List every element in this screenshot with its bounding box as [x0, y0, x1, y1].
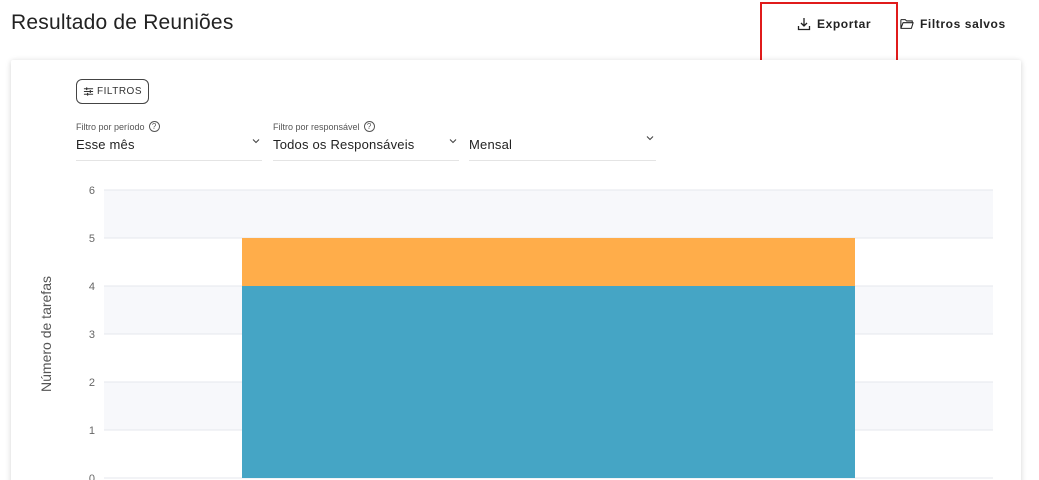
- y-axis-label: Número de tarefas: [38, 276, 54, 392]
- help-icon[interactable]: ?: [363, 121, 375, 132]
- responsible-select-label: Filtro por responsável: [273, 121, 360, 132]
- chevron-down-icon: [252, 139, 260, 144]
- frequency-select-value: Mensal: [469, 137, 513, 152]
- y-tick-label: 6: [89, 185, 95, 197]
- chevron-down-icon: [646, 136, 654, 141]
- y-tick-label: 1: [89, 425, 95, 437]
- grid-band: [104, 190, 993, 238]
- y-tick-label: 0: [89, 473, 95, 480]
- responsible-select-value: Todos os Responsáveis: [273, 137, 415, 152]
- saved-filters-label: Filtros salvos: [920, 17, 1006, 31]
- folder-open-icon: [900, 19, 914, 29]
- saved-filters-button[interactable]: Filtros salvos: [900, 17, 1006, 31]
- responsible-select[interactable]: Filtro por responsável ? Todos os Respon…: [273, 119, 459, 161]
- period-select-label: Filtro por período: [76, 121, 145, 132]
- highlight-box: [760, 2, 898, 68]
- filters-label: FILTROS: [97, 86, 142, 97]
- frequency-select[interactable]: Mensal: [469, 119, 656, 161]
- chart-card: 0 1 2 3 4 5 6 Número de tarefas FILTROS Filtro …: [11, 60, 1021, 480]
- chevron-down-icon: [449, 139, 457, 144]
- help-icon[interactable]: ?: [148, 121, 160, 132]
- y-tick-label: 3: [89, 329, 95, 341]
- y-tick-label: 5: [89, 233, 95, 245]
- page-title: Resultado de Reuniões: [11, 11, 234, 34]
- filters-button[interactable]: FILTROS: [76, 79, 149, 104]
- bar-segment: [242, 286, 855, 478]
- sliders-icon: [83, 87, 94, 96]
- bar-segment: [242, 238, 855, 286]
- period-select-value: Esse mês: [76, 137, 135, 152]
- y-tick-label: 2: [89, 377, 95, 389]
- y-tick-label: 4: [89, 281, 95, 293]
- period-select[interactable]: Filtro por período ? Esse mês: [76, 119, 262, 161]
